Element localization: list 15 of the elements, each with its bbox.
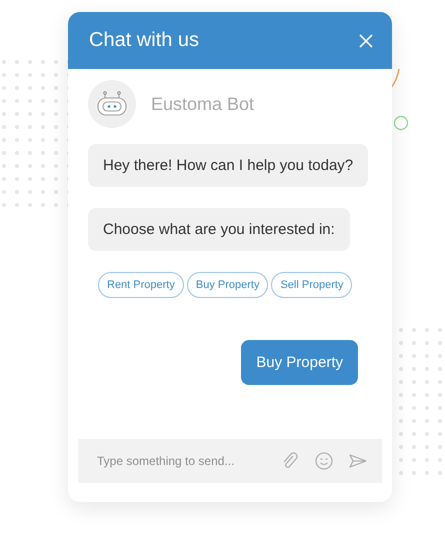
message-composer[interactable]: Type something to send... bbox=[78, 439, 382, 483]
ring-drawing bbox=[393, 115, 409, 131]
option-chip[interactable]: Sell Property bbox=[271, 272, 352, 298]
bot-message: Hey there! How can I help you today? bbox=[88, 144, 368, 187]
window-title: Chat with us bbox=[89, 29, 200, 52]
message-input[interactable]: Type something to send... bbox=[95, 453, 266, 469]
bot-name: Eustoma Bot bbox=[151, 94, 254, 114]
arc-drawing bbox=[390, 68, 402, 90]
robot-avatar-icon bbox=[88, 80, 136, 128]
close-button[interactable] bbox=[358, 32, 374, 48]
option-chip[interactable]: Rent Property bbox=[98, 272, 184, 298]
bot-message: Choose what are you interested in: bbox=[88, 208, 350, 251]
option-chip[interactable]: Buy Property bbox=[186, 272, 268, 298]
smiley-icon[interactable] bbox=[314, 451, 334, 471]
user-message: Buy Property bbox=[241, 340, 358, 385]
